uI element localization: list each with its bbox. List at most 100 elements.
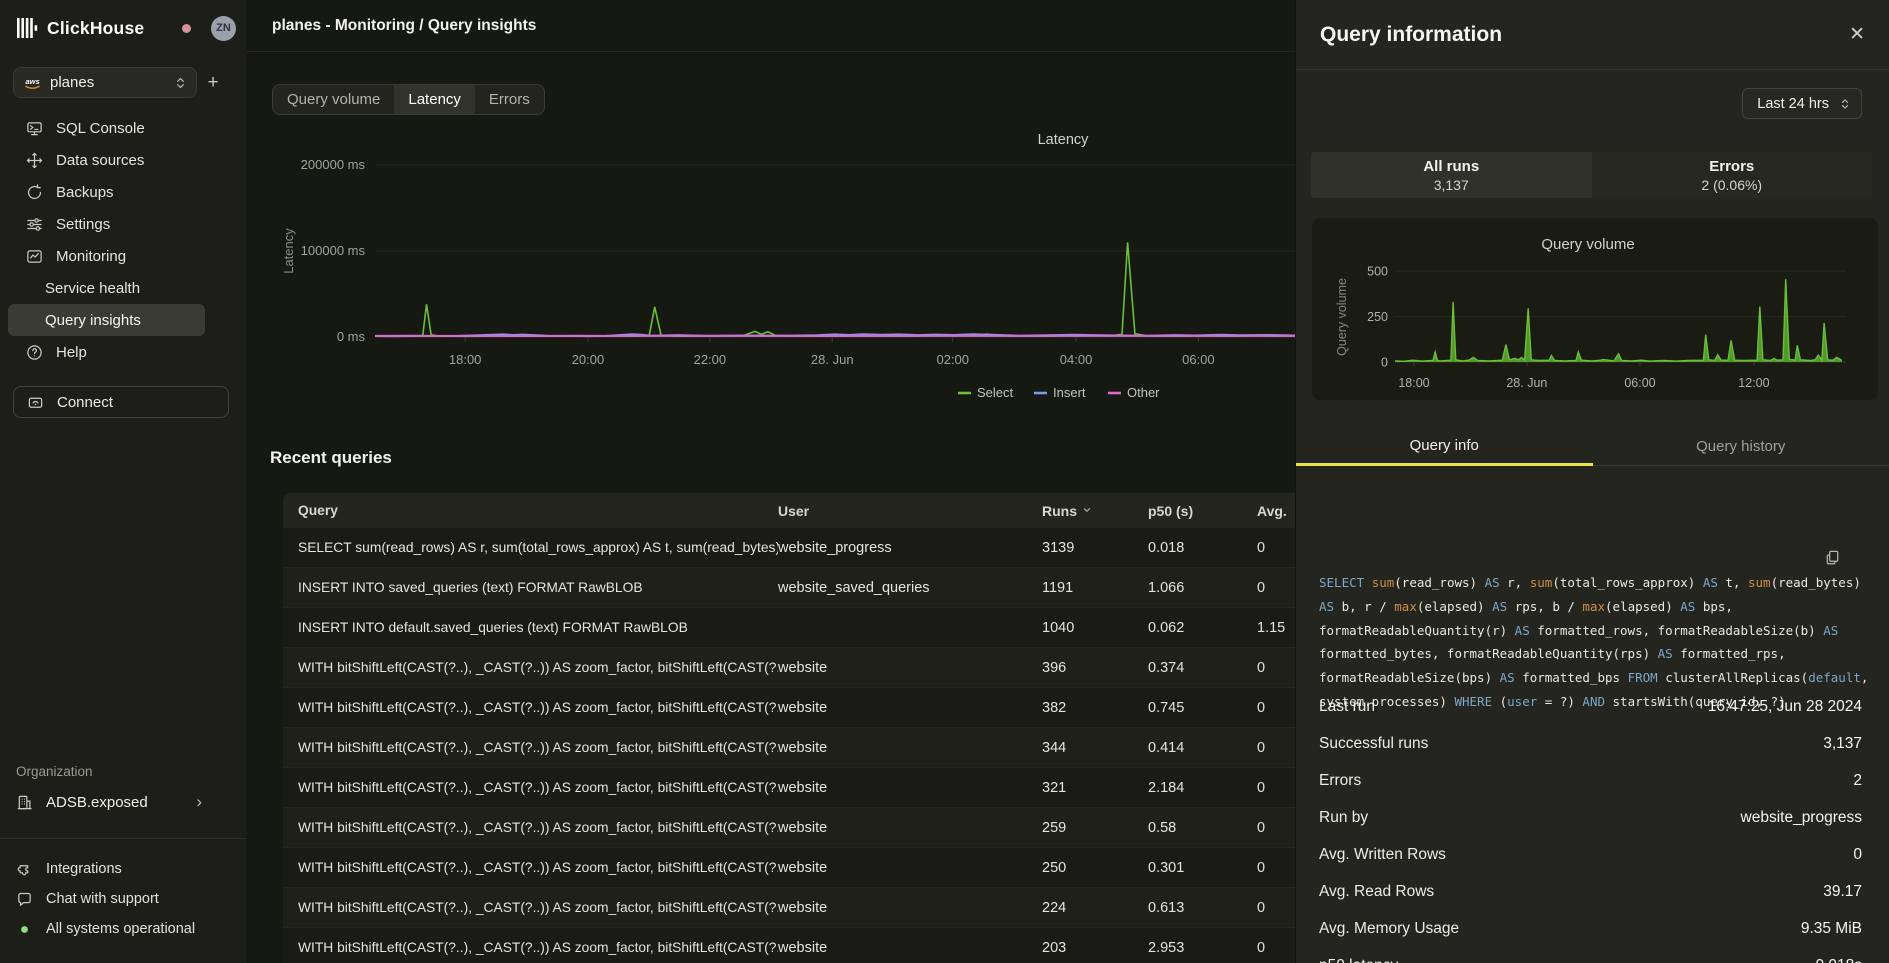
- sidebar-item-settings[interactable]: Settings: [8, 208, 205, 240]
- cell-query: INSERT INTO saved_queries (text) FORMAT …: [283, 580, 778, 595]
- stat-value: website_progress: [1741, 809, 1862, 827]
- query-volume-card[interactable]: Query volume0250500Query volume18:0028. …: [1312, 218, 1878, 400]
- svg-text:06:00: 06:00: [1624, 376, 1655, 390]
- cell-query: INSERT INTO default.saved_queries (text)…: [283, 620, 778, 635]
- column-header-p50-s-[interactable]: p50 (s): [1148, 503, 1257, 519]
- query-information-panel: Query information ✕ Last 24 hrs All runs…: [1295, 0, 1889, 963]
- service-name: planes: [50, 74, 166, 91]
- cell-user: website_progress: [778, 540, 1042, 556]
- tab-errors[interactable]: Errors: [475, 85, 544, 114]
- recent-queries-table: QueryUserRunsp50 (s)Avg. SELECT sum(read…: [283, 493, 1295, 963]
- cell-user: website: [778, 900, 1042, 916]
- tab-query-volume[interactable]: Query volume: [273, 85, 394, 114]
- svg-text:100000 ms: 100000 ms: [301, 243, 366, 258]
- query-stats-list: Last run16:47:25, Jun 28 2024Successful …: [1319, 688, 1862, 963]
- cell-user: website: [778, 940, 1042, 956]
- table-row[interactable]: INSERT INTO saved_queries (text) FORMAT …: [283, 568, 1295, 608]
- time-range-value: Last 24 hrs: [1757, 96, 1829, 112]
- cell-query: SELECT sum(read_rows) AS r, sum(total_ro…: [283, 540, 778, 555]
- sidebar-item-monitoring[interactable]: Monitoring: [8, 240, 205, 272]
- organization-item[interactable]: ADSB.exposed ›: [16, 787, 238, 817]
- table-row[interactable]: INSERT INTO default.saved_queries (text)…: [283, 608, 1295, 648]
- cell-user: website: [778, 860, 1042, 876]
- notification-dot-icon[interactable]: [182, 24, 191, 33]
- copy-icon[interactable]: [1824, 502, 1869, 614]
- svg-text:0: 0: [1381, 356, 1388, 370]
- latency-chart[interactable]: Latency0 ms100000 ms200000 msLatency18:0…: [246, 118, 1295, 418]
- breadcrumb: planes - Monitoring / Query insights: [272, 17, 536, 35]
- table-row[interactable]: WITH bitShiftLeft(CAST(?..), _CAST(?..))…: [283, 648, 1295, 688]
- footer-item-label: All systems operational: [46, 921, 195, 937]
- recent-queries-title: Recent queries: [270, 448, 392, 468]
- time-range-select[interactable]: Last 24 hrs: [1742, 88, 1862, 119]
- sql-code-block[interactable]: SELECT sum(read_rows) AS r, sum(total_ro…: [1319, 500, 1865, 713]
- sidebar-item-service-health[interactable]: Service health: [8, 272, 205, 304]
- aws-icon: aws: [23, 76, 42, 90]
- stat-tab-label: Errors: [1709, 158, 1754, 175]
- sidebar-item-query-insights[interactable]: Query insights: [8, 304, 205, 336]
- stat-label: Successful runs: [1319, 735, 1428, 753]
- footer-item-integrations[interactable]: Integrations: [16, 854, 238, 884]
- stat-value: 0.018s: [1815, 957, 1862, 963]
- stat-tab-errors[interactable]: Errors2 (0.06%): [1592, 152, 1873, 198]
- chart-tabs: Query volumeLatencyErrors: [272, 84, 545, 115]
- footer-item-label: Chat with support: [46, 891, 159, 907]
- tab-query-history[interactable]: Query history: [1593, 428, 1889, 466]
- column-header-runs[interactable]: Runs: [1042, 502, 1148, 519]
- stat-value: 3,137: [1823, 735, 1862, 753]
- table-row[interactable]: WITH bitShiftLeft(CAST(?..), _CAST(?..))…: [283, 768, 1295, 808]
- panel-tabs: Query infoQuery history: [1296, 428, 1889, 466]
- service-select[interactable]: aws planes: [13, 67, 197, 98]
- svg-text:Query volume: Query volume: [1541, 236, 1634, 253]
- tab-query-info[interactable]: Query info: [1296, 428, 1593, 466]
- table-row[interactable]: WITH bitShiftLeft(CAST(?..), _CAST(?..))…: [283, 728, 1295, 768]
- cell-runs: 3139: [1042, 540, 1148, 556]
- connect-icon: [27, 394, 44, 411]
- footer-item-label: Integrations: [46, 861, 122, 877]
- stat-tab-label: All runs: [1423, 158, 1479, 175]
- table-row[interactable]: WITH bitShiftLeft(CAST(?..), _CAST(?..))…: [283, 888, 1295, 928]
- sidebar-item-help[interactable]: Help: [8, 336, 205, 368]
- column-header-query[interactable]: Query: [283, 503, 778, 518]
- table-row[interactable]: SELECT sum(read_rows) AS r, sum(total_ro…: [283, 528, 1295, 568]
- tab-latency[interactable]: Latency: [394, 85, 475, 114]
- stat-row: p50 latency0.018s: [1319, 947, 1862, 963]
- table-row[interactable]: WITH bitShiftLeft(CAST(?..), _CAST(?..))…: [283, 808, 1295, 848]
- panel-header: Query information ✕: [1296, 0, 1889, 70]
- footer-item-chat-with-support[interactable]: Chat with support: [16, 884, 238, 914]
- stat-tab-all-runs[interactable]: All runs 3,137: [1311, 152, 1592, 198]
- svg-text:06:00: 06:00: [1182, 352, 1215, 367]
- monitoring-icon: [26, 248, 43, 265]
- sql-code-line: AS b, r / max(elapsed) AS rps, b / max(e…: [1319, 595, 1865, 619]
- sidebar: ClickHouse ZN aws planes + SQL ConsoleDa…: [0, 0, 246, 963]
- cell-p50: 0.062: [1148, 620, 1257, 636]
- stat-tab-value: 3,137: [1434, 177, 1469, 193]
- stat-label: Run by: [1319, 809, 1368, 827]
- sidebar-item-sql-console[interactable]: SQL Console: [8, 112, 205, 144]
- column-header-avg-[interactable]: Avg.: [1257, 503, 1295, 519]
- column-header-user[interactable]: User: [778, 503, 1042, 519]
- cell-avg: 0: [1257, 860, 1295, 876]
- add-service-button[interactable]: +: [197, 67, 229, 98]
- table-row[interactable]: WITH bitShiftLeft(CAST(?..), _CAST(?..))…: [283, 688, 1295, 728]
- cell-user: website_saved_queries: [778, 580, 1042, 596]
- svg-text:18:00: 18:00: [449, 352, 482, 367]
- cell-runs: 1191: [1042, 580, 1148, 596]
- cell-runs: 396: [1042, 660, 1148, 676]
- table-row[interactable]: WITH bitShiftLeft(CAST(?..), _CAST(?..))…: [283, 928, 1295, 963]
- sidebar-item-label: Data sources: [56, 152, 144, 169]
- footer-item-all-systems-operational[interactable]: All systems operational: [16, 914, 238, 944]
- connect-button[interactable]: Connect: [13, 386, 229, 418]
- sidebar-item-data-sources[interactable]: Data sources: [8, 144, 205, 176]
- svg-text:22:00: 22:00: [694, 352, 727, 367]
- stat-value: 9.35 MiB: [1801, 920, 1862, 938]
- stat-row: Run by website_progress: [1319, 799, 1862, 836]
- cell-user: website: [778, 700, 1042, 716]
- svg-text:04:00: 04:00: [1060, 352, 1093, 367]
- table-row[interactable]: WITH bitShiftLeft(CAST(?..), _CAST(?..))…: [283, 848, 1295, 888]
- sidebar-footer: Integrations Chat with support All systems…: [16, 854, 238, 944]
- close-icon[interactable]: ✕: [1849, 25, 1865, 44]
- chevron-right-icon: ›: [196, 792, 202, 812]
- sidebar-item-backups[interactable]: Backups: [8, 176, 205, 208]
- avatar[interactable]: ZN: [211, 16, 236, 41]
